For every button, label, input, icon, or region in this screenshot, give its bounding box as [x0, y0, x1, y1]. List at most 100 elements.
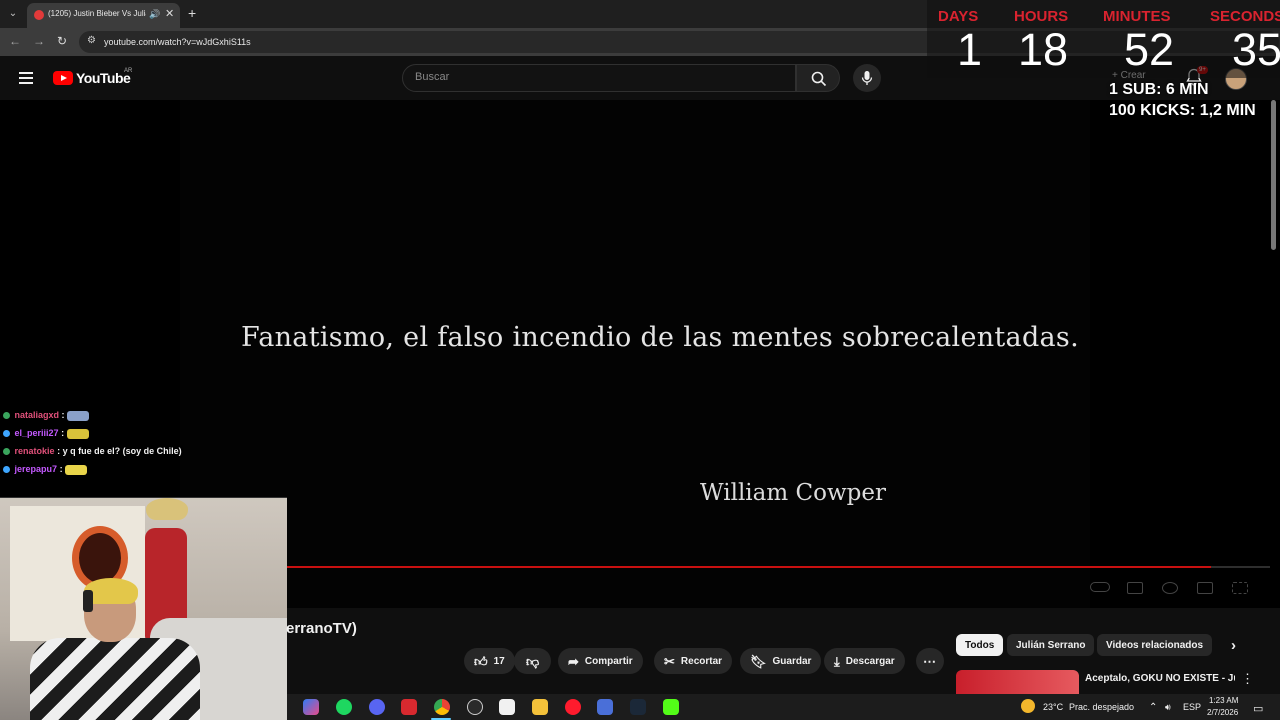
clock-date[interactable]: 2/7/2026 [1207, 708, 1238, 717]
chip-all[interactable]: Todos [956, 634, 1004, 656]
weather-moon-icon[interactable] [1021, 699, 1035, 713]
countdown-minutes-value: 52 [1124, 24, 1175, 75]
autoplay-toggle-icon[interactable] [1090, 582, 1110, 592]
youtube-logo-icon[interactable] [53, 71, 73, 85]
reload-icon[interactable]: ↻ [57, 34, 67, 48]
save-label: Guardar [772, 655, 812, 667]
sub-goal-text: 1 SUB: 6 MIN [1109, 81, 1209, 98]
webcam-headset [83, 590, 93, 612]
chat-username: renatokie [14, 446, 55, 456]
chat-separator: : [59, 464, 63, 474]
more-dots-icon: ⋯ [923, 653, 936, 669]
chat-separator: : [61, 410, 65, 420]
chrome-icon[interactable] [434, 699, 450, 715]
chat-badge-icon [3, 412, 10, 420]
chat-separator: : [57, 446, 61, 456]
close-tab-icon[interactable]: ✕ [165, 7, 174, 20]
browser-tab[interactable]: (1205) Justin Bieber Vs Julián 🔊 ✕ [27, 3, 180, 28]
search-input[interactable] [415, 71, 785, 83]
opera-icon[interactable] [565, 699, 581, 715]
fullscreen-icon[interactable] [1232, 582, 1248, 594]
recommended-more-icon[interactable]: ⋮ [1241, 671, 1254, 687]
steam-icon[interactable] [630, 699, 646, 715]
countdown-seconds-label: SECONDS [1210, 8, 1280, 25]
youtube-favicon-icon [34, 10, 44, 20]
weather-temp[interactable]: 23°C [1043, 702, 1063, 712]
speaker-tray-icon[interactable]: 🔊︎ [1165, 702, 1171, 713]
windows-taskbar: 23°C Prac. despejado ⌃ 🔊︎ ESP 1:23 AM 2/… [287, 694, 1280, 720]
stream-chat-overlay: nataliagxd : el_periii27 : renatokie : y… [3, 410, 293, 482]
video-quote-text: Fanatismo, el falso incendio de las ment… [241, 322, 1079, 353]
thumbs-down-icon: 👎︎ [526, 653, 540, 669]
notification-center-icon[interactable]: ▭ [1253, 702, 1263, 715]
microphone-icon [861, 71, 873, 85]
share-label: Compartir [584, 655, 633, 667]
search-box [402, 64, 796, 92]
tab-search-chevron-icon[interactable]: ⌄ [4, 5, 22, 23]
chat-badge-icon [3, 466, 10, 474]
like-count: 17 [493, 655, 505, 667]
chat-emote-icon [66, 428, 89, 439]
clip-label: Recortar [680, 655, 723, 667]
language-indicator[interactable]: ESP [1183, 702, 1201, 712]
chips-next-chevron-icon[interactable]: › [1222, 634, 1245, 656]
chip-channel[interactable]: Julián Serrano [1007, 634, 1095, 656]
subtitles-icon[interactable] [1127, 582, 1143, 594]
site-info-icon[interactable]: ⚙ [87, 35, 96, 46]
webcam-straw-hat [146, 498, 188, 520]
share-button[interactable]: ➦ Compartir [558, 648, 643, 674]
share-arrow-icon: ➦ [568, 653, 579, 669]
save-button[interactable]: 🔖︎ Guardar [740, 648, 822, 674]
clock-time[interactable]: 1:23 AM [1209, 696, 1238, 705]
obs-icon[interactable] [467, 699, 483, 715]
app-icon[interactable] [597, 699, 613, 715]
back-arrow-icon[interactable]: ← [9, 34, 21, 48]
chat-emote-icon [65, 464, 88, 475]
more-actions-button[interactable]: ⋯ [916, 648, 944, 674]
download-button[interactable]: ⤓ Descargar [824, 648, 905, 674]
new-tab-icon[interactable]: + [188, 5, 196, 21]
capcut-icon[interactable] [499, 699, 515, 715]
youtube-wordmark[interactable]: YouTube [76, 70, 131, 86]
video-progress-bar[interactable] [286, 566, 1270, 568]
discord-icon[interactable] [369, 699, 385, 715]
recommended-video-thumbnail[interactable] [956, 670, 1079, 694]
chat-username: jerepapu7 [14, 464, 58, 474]
clip-button[interactable]: ✂ Recortar [654, 648, 733, 674]
chat-badge-icon [3, 430, 10, 438]
recommended-video-title[interactable]: Aceptalo, GOKU NO EXISTE - Julián Serran… [1085, 672, 1235, 694]
settings-gear-icon[interactable] [1162, 582, 1178, 594]
webcam-striped-shirt [30, 638, 200, 720]
forward-arrow-icon[interactable]: → [33, 34, 45, 48]
speaker-icon[interactable]: 🔊 [149, 9, 160, 20]
voice-search-button[interactable] [853, 64, 881, 92]
countdown-days-label: DAYS [938, 8, 979, 25]
tray-chevron-up-icon[interactable]: ⌃ [1149, 702, 1157, 713]
streamer-webcam [0, 497, 287, 720]
url-text: youtube.com/watch?v=wJdGxhiS11s [104, 37, 251, 47]
country-code: AR [124, 68, 133, 74]
kick-icon[interactable] [663, 699, 679, 715]
voice-app-icon[interactable] [401, 699, 417, 715]
search-button[interactable] [796, 64, 840, 92]
countdown-hours-value: 18 [1018, 24, 1069, 75]
like-button[interactable]: 👍︎ 17 [464, 648, 515, 674]
dislike-button[interactable]: 👎︎ [514, 648, 552, 674]
menu-icon[interactable] [19, 72, 33, 84]
spotify-icon[interactable] [336, 699, 352, 715]
weather-description[interactable]: Prac. despejado [1069, 702, 1134, 712]
chat-emote-icon [67, 410, 90, 421]
theater-mode-icon[interactable] [1197, 582, 1213, 594]
download-label: Descargar [845, 655, 895, 667]
copilot-icon[interactable] [303, 699, 319, 715]
chip-related[interactable]: Videos relacionados [1097, 634, 1213, 656]
chat-username: el_periii27 [14, 428, 59, 438]
video-progress-fill [286, 566, 1211, 568]
thumbs-up-icon: 👍︎ [474, 653, 488, 669]
file-explorer-icon[interactable] [532, 699, 548, 715]
chat-message: renatokie : y q fue de el? (soy de Chile… [3, 446, 293, 464]
scissors-icon: ✂ [664, 653, 675, 669]
page-scrollbar[interactable] [1271, 100, 1276, 250]
channel-name-fragment[interactable]: erranoTV) [286, 620, 357, 637]
chat-text: y q fue de el? (soy de Chile) [62, 446, 182, 456]
